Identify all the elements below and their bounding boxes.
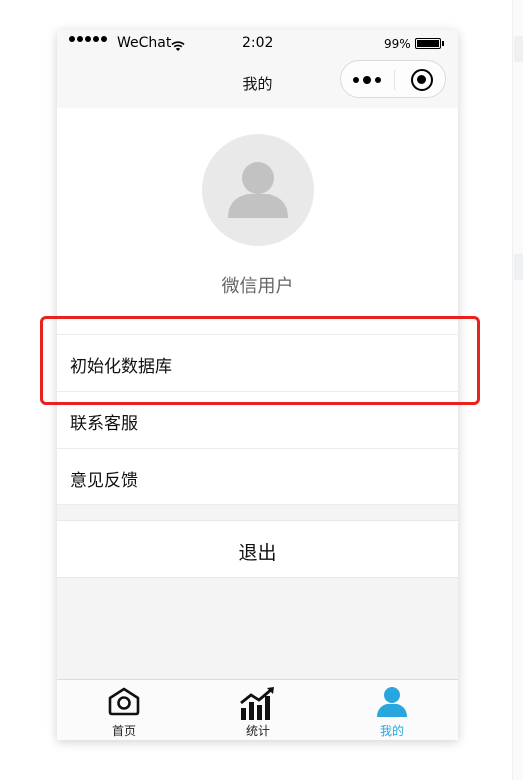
miniprogram-capsule: [340, 60, 446, 98]
more-menu-icon[interactable]: [353, 76, 381, 84]
navigation-bar: 我的: [57, 58, 458, 108]
tab-statistics[interactable]: 统计: [191, 680, 325, 740]
battery-tip: [442, 41, 444, 46]
tab-label: 我的: [379, 724, 404, 738]
close-miniprogram-icon[interactable]: [411, 69, 433, 91]
clock-time: 2:02: [242, 35, 274, 51]
wifi-icon: [171, 37, 185, 56]
logout-button[interactable]: 退出: [57, 520, 458, 578]
home-icon: [107, 686, 141, 720]
profile-section: 微信用户: [57, 108, 458, 334]
user-avatar-icon: [228, 162, 288, 218]
signal-icon: [69, 36, 107, 42]
status-bar: WeChat 2:02 99%: [57, 30, 458, 58]
tab-bar: 首页 统计 我的: [57, 679, 458, 740]
side-panel-mark: [514, 36, 523, 62]
chart-icon: [238, 686, 278, 726]
carrier-label: WeChat: [117, 35, 172, 51]
user-icon: [375, 686, 409, 722]
capsule-divider: [394, 70, 395, 90]
menu-item-label: 联系客服: [70, 414, 138, 434]
highlight-annotation: [40, 316, 480, 405]
menu-item-feedback[interactable]: 意见反馈: [57, 448, 458, 505]
menu-item-label: 意见反馈: [70, 471, 138, 491]
tab-home[interactable]: 首页: [57, 680, 191, 740]
tab-label: 首页: [111, 724, 136, 738]
tab-me[interactable]: 我的: [325, 680, 458, 740]
username: 微信用户: [221, 276, 294, 297]
side-panel-strip: [512, 0, 523, 780]
side-panel-mark: [514, 254, 523, 280]
avatar: [202, 134, 314, 246]
battery-percent: 99%: [384, 37, 411, 51]
tab-label: 统计: [245, 724, 270, 738]
logout-label: 退出: [238, 542, 277, 564]
battery-icon: [415, 38, 441, 49]
